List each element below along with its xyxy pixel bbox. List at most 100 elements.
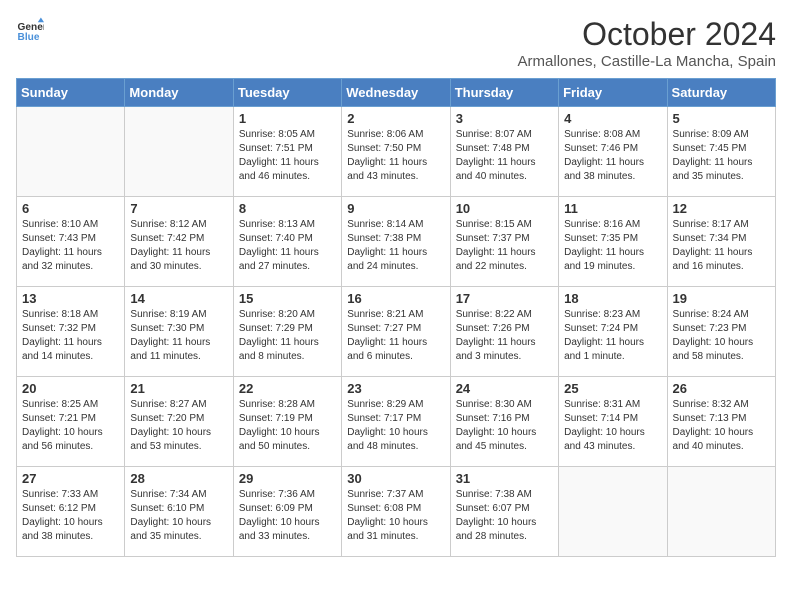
calendar-day-cell: 21 Sunrise: 8:27 AM Sunset: 7:20 PM Dayli…	[125, 377, 233, 467]
calendar-day-cell: 19Sunrise: 8:24 AM Sunset: 7:23 PM Dayli…	[667, 287, 775, 377]
calendar-day-cell	[667, 467, 775, 557]
day-info: Sunrise: 8:32 AM Sunset: 7:13 PM Dayligh…	[673, 398, 770, 454]
day-info: Sunrise: 8:15 AM Sunset: 7:37 PM Dayligh…	[456, 218, 553, 274]
calendar-table: SundayMondayTuesdayWednesdayThursdayFrid…	[16, 78, 776, 557]
weekday-header-cell: Friday	[559, 79, 667, 107]
day-info: Sunrise: 8:08 AM Sunset: 7:46 PM Dayligh…	[564, 128, 661, 184]
day-info: Sunrise: 8:22 AM Sunset: 7:26 PM Dayligh…	[456, 308, 553, 364]
weekday-header-cell: Thursday	[450, 79, 558, 107]
weekday-header-cell: Saturday	[667, 79, 775, 107]
calendar-week-row: 6 Sunrise: 8:10 AM Sunset: 7:43 PM Daylig…	[17, 197, 776, 287]
day-info: Sunrise: 7:33 AM Sunset: 6:12 PM Dayligh…	[22, 488, 119, 544]
calendar-day-cell: 4 Sunrise: 8:08 AM Sunset: 7:46 PM Daylig…	[559, 107, 667, 197]
calendar-day-cell: 20 Sunrise: 8:25 AM Sunset: 7:21 PM Dayli…	[17, 377, 125, 467]
calendar-day-cell	[125, 107, 233, 197]
day-number: 9	[347, 201, 444, 216]
day-number: 31	[456, 471, 553, 486]
day-info: Sunrise: 8:13 AM Sunset: 7:40 PM Dayligh…	[239, 218, 336, 274]
day-info: Sunrise: 8:07 AM Sunset: 7:48 PM Dayligh…	[456, 128, 553, 184]
day-number: 23	[347, 381, 444, 396]
calendar-day-cell: 31 Sunrise: 7:38 AM Sunset: 6:07 PM Dayli…	[450, 467, 558, 557]
day-number: 27	[22, 471, 119, 486]
day-number: 8	[239, 201, 336, 216]
calendar-day-cell: 29 Sunrise: 7:36 AM Sunset: 6:09 PM Dayli…	[233, 467, 341, 557]
day-number: 13	[22, 291, 119, 306]
day-info: Sunrise: 8:05 AM Sunset: 7:51 PM Dayligh…	[239, 128, 336, 184]
weekday-header-row: SundayMondayTuesdayWednesdayThursdayFrid…	[17, 79, 776, 107]
day-number: 17	[456, 291, 553, 306]
day-number: 14	[130, 291, 227, 306]
calendar-day-cell: 26 Sunrise: 8:32 AM Sunset: 7:13 PM Dayli…	[667, 377, 775, 467]
day-info: Sunrise: 8:25 AM Sunset: 7:21 PM Dayligh…	[22, 398, 119, 454]
day-info: Sunrise: 8:17 AM Sunset: 7:34 PM Dayligh…	[673, 218, 770, 274]
day-info: Sunrise: 8:12 AM Sunset: 7:42 PM Dayligh…	[130, 218, 227, 274]
calendar-day-cell: 6 Sunrise: 8:10 AM Sunset: 7:43 PM Daylig…	[17, 197, 125, 287]
calendar-day-cell: 7 Sunrise: 8:12 AM Sunset: 7:42 PM Daylig…	[125, 197, 233, 287]
day-number: 22	[239, 381, 336, 396]
day-info: Sunrise: 8:30 AM Sunset: 7:16 PM Dayligh…	[456, 398, 553, 454]
calendar-day-cell: 14 Sunrise: 8:19 AM Sunset: 7:30 PM Dayli…	[125, 287, 233, 377]
day-number: 19	[673, 291, 770, 306]
weekday-header-cell: Monday	[125, 79, 233, 107]
day-number: 28	[130, 471, 227, 486]
calendar-day-cell: 13 Sunrise: 8:18 AM Sunset: 7:32 PM Dayli…	[17, 287, 125, 377]
page-header: General Blue October 2024 Armallones, Ca…	[16, 16, 776, 70]
calendar-day-cell: 11 Sunrise: 8:16 AM Sunset: 7:35 PM Dayli…	[559, 197, 667, 287]
day-info: Sunrise: 8:23 AM Sunset: 7:24 PM Dayligh…	[564, 308, 661, 364]
day-info: Sunrise: 8:27 AM Sunset: 7:20 PM Dayligh…	[130, 398, 227, 454]
day-number: 5	[673, 111, 770, 126]
day-number: 12	[673, 201, 770, 216]
calendar-day-cell: 18 Sunrise: 8:23 AM Sunset: 7:24 PM Dayli…	[559, 287, 667, 377]
day-info: Sunrise: 7:38 AM Sunset: 6:07 PM Dayligh…	[456, 488, 553, 544]
calendar-day-cell: 8 Sunrise: 8:13 AM Sunset: 7:40 PM Daylig…	[233, 197, 341, 287]
weekday-header-cell: Sunday	[17, 79, 125, 107]
day-number: 16	[347, 291, 444, 306]
logo: General Blue	[16, 16, 44, 44]
day-number: 21	[130, 381, 227, 396]
calendar-day-cell	[17, 107, 125, 197]
location: Armallones, Castille-La Mancha, Spain	[518, 53, 776, 70]
calendar-day-cell: 27 Sunrise: 7:33 AM Sunset: 6:12 PM Dayli…	[17, 467, 125, 557]
calendar-day-cell: 2Sunrise: 8:06 AM Sunset: 7:50 PM Daylig…	[342, 107, 450, 197]
calendar-day-cell: 5Sunrise: 8:09 AM Sunset: 7:45 PM Daylig…	[667, 107, 775, 197]
day-number: 24	[456, 381, 553, 396]
day-number: 1	[239, 111, 336, 126]
calendar-day-cell: 23Sunrise: 8:29 AM Sunset: 7:17 PM Dayli…	[342, 377, 450, 467]
day-info: Sunrise: 8:18 AM Sunset: 7:32 PM Dayligh…	[22, 308, 119, 364]
day-info: Sunrise: 8:14 AM Sunset: 7:38 PM Dayligh…	[347, 218, 444, 274]
calendar-day-cell: 30Sunrise: 7:37 AM Sunset: 6:08 PM Dayli…	[342, 467, 450, 557]
day-number: 18	[564, 291, 661, 306]
day-info: Sunrise: 8:10 AM Sunset: 7:43 PM Dayligh…	[22, 218, 119, 274]
calendar-day-cell: 24 Sunrise: 8:30 AM Sunset: 7:16 PM Dayli…	[450, 377, 558, 467]
day-info: Sunrise: 7:34 AM Sunset: 6:10 PM Dayligh…	[130, 488, 227, 544]
day-number: 20	[22, 381, 119, 396]
calendar-day-cell: 1 Sunrise: 8:05 AM Sunset: 7:51 PM Daylig…	[233, 107, 341, 197]
calendar-week-row: 1 Sunrise: 8:05 AM Sunset: 7:51 PM Daylig…	[17, 107, 776, 197]
calendar-day-cell: 28 Sunrise: 7:34 AM Sunset: 6:10 PM Dayli…	[125, 467, 233, 557]
day-number: 7	[130, 201, 227, 216]
calendar-day-cell	[559, 467, 667, 557]
logo-icon: General Blue	[16, 16, 44, 44]
day-number: 3	[456, 111, 553, 126]
calendar-day-cell: 10Sunrise: 8:15 AM Sunset: 7:37 PM Dayli…	[450, 197, 558, 287]
month-title: October 2024	[518, 16, 776, 53]
weekday-header-cell: Wednesday	[342, 79, 450, 107]
day-number: 11	[564, 201, 661, 216]
day-number: 29	[239, 471, 336, 486]
day-info: Sunrise: 8:28 AM Sunset: 7:19 PM Dayligh…	[239, 398, 336, 454]
day-number: 4	[564, 111, 661, 126]
calendar-week-row: 20 Sunrise: 8:25 AM Sunset: 7:21 PM Dayli…	[17, 377, 776, 467]
svg-text:Blue: Blue	[18, 32, 40, 43]
day-number: 26	[673, 381, 770, 396]
day-info: Sunrise: 8:21 AM Sunset: 7:27 PM Dayligh…	[347, 308, 444, 364]
title-block: October 2024 Armallones, Castille-La Man…	[518, 16, 776, 70]
day-number: 25	[564, 381, 661, 396]
calendar-day-cell: 12 Sunrise: 8:17 AM Sunset: 7:34 PM Dayli…	[667, 197, 775, 287]
day-info: Sunrise: 7:36 AM Sunset: 6:09 PM Dayligh…	[239, 488, 336, 544]
day-info: Sunrise: 8:31 AM Sunset: 7:14 PM Dayligh…	[564, 398, 661, 454]
day-info: Sunrise: 8:19 AM Sunset: 7:30 PM Dayligh…	[130, 308, 227, 364]
day-number: 6	[22, 201, 119, 216]
day-info: Sunrise: 8:16 AM Sunset: 7:35 PM Dayligh…	[564, 218, 661, 274]
day-number: 30	[347, 471, 444, 486]
day-number: 15	[239, 291, 336, 306]
